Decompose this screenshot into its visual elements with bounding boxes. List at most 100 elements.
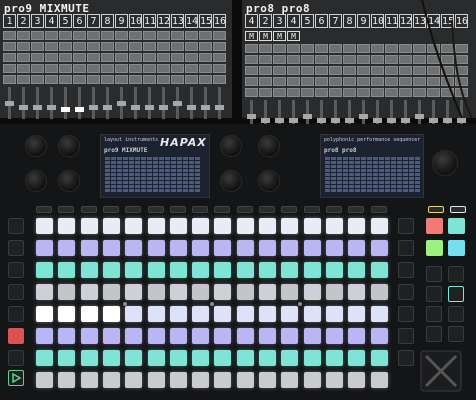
pad-button[interactable] xyxy=(192,328,210,344)
pad-button[interactable] xyxy=(192,240,210,256)
pad-button[interactable] xyxy=(214,350,232,366)
pad-button[interactable] xyxy=(169,262,187,278)
step-button[interactable] xyxy=(370,206,387,213)
pad-button[interactable] xyxy=(169,284,187,300)
pad-button[interactable] xyxy=(370,372,388,388)
right-grid-button[interactable] xyxy=(448,306,464,322)
pad-button[interactable] xyxy=(370,284,388,300)
left-function-button[interactable] xyxy=(8,350,24,366)
step-button[interactable] xyxy=(348,206,365,213)
pad-button[interactable] xyxy=(281,306,299,322)
pad-button[interactable] xyxy=(80,306,98,322)
pad-button[interactable] xyxy=(125,284,143,300)
pad-button[interactable] xyxy=(192,350,210,366)
encoder-knob[interactable] xyxy=(25,170,47,192)
encoder-knob[interactable] xyxy=(258,135,280,157)
pad-button[interactable] xyxy=(259,240,276,256)
pad-button[interactable] xyxy=(236,306,254,322)
pad-button[interactable] xyxy=(125,218,143,234)
right-grid-button[interactable] xyxy=(448,286,464,302)
right-function-button[interactable] xyxy=(398,240,414,256)
pad-button[interactable] xyxy=(125,306,143,322)
right-grid-button[interactable] xyxy=(448,326,464,342)
pad-button[interactable] xyxy=(169,240,187,256)
pad-button[interactable] xyxy=(102,262,120,278)
pad-button[interactable] xyxy=(58,262,76,278)
pad-button[interactable] xyxy=(169,372,187,388)
step-button[interactable] xyxy=(325,206,342,213)
pad-button[interactable] xyxy=(80,350,98,366)
main-encoder-knob[interactable] xyxy=(432,150,458,176)
right-function-button[interactable] xyxy=(398,284,414,300)
right-function-button[interactable] xyxy=(398,262,414,278)
step-button[interactable] xyxy=(80,206,97,213)
mode-button[interactable] xyxy=(450,206,466,213)
pad-button[interactable] xyxy=(325,218,343,234)
pad-button[interactable] xyxy=(303,350,321,366)
right-grid-button[interactable] xyxy=(426,286,442,302)
pad-button[interactable] xyxy=(147,306,165,322)
pad-button[interactable] xyxy=(36,328,53,344)
record-button[interactable] xyxy=(8,328,24,344)
pad-button[interactable] xyxy=(370,350,388,366)
pad-button[interactable] xyxy=(36,240,53,256)
encoder-knob[interactable] xyxy=(25,135,47,157)
pad-button[interactable] xyxy=(102,240,120,256)
pad-button[interactable] xyxy=(259,372,276,388)
pad-button[interactable] xyxy=(259,284,276,300)
encoder-knob[interactable] xyxy=(258,170,280,192)
left-function-button[interactable] xyxy=(8,306,24,322)
pad-button[interactable] xyxy=(192,306,210,322)
pad-button[interactable] xyxy=(236,328,254,344)
pad-button[interactable] xyxy=(102,218,120,234)
pad-button[interactable] xyxy=(58,328,76,344)
step-button[interactable] xyxy=(214,206,231,213)
encoder-knob[interactable] xyxy=(220,135,242,157)
pad-button[interactable] xyxy=(259,306,276,322)
color-pad[interactable] xyxy=(448,218,465,234)
pad-button[interactable] xyxy=(281,218,299,234)
pad-button[interactable] xyxy=(259,262,276,278)
pad-button[interactable] xyxy=(370,240,388,256)
pad-button[interactable] xyxy=(325,306,343,322)
pad-button[interactable] xyxy=(370,218,388,234)
step-button[interactable] xyxy=(125,206,142,213)
pad-button[interactable] xyxy=(58,218,76,234)
color-pad[interactable] xyxy=(426,240,443,256)
pad-button[interactable] xyxy=(303,328,321,344)
pad-button[interactable] xyxy=(80,328,98,344)
pad-button[interactable] xyxy=(58,284,76,300)
pad-button[interactable] xyxy=(125,240,143,256)
right-function-button[interactable] xyxy=(398,350,414,366)
pad-button[interactable] xyxy=(348,350,366,366)
pad-button[interactable] xyxy=(58,240,76,256)
pad-button[interactable] xyxy=(281,240,299,256)
pad-button[interactable] xyxy=(102,328,120,344)
step-button[interactable] xyxy=(58,206,75,213)
pad-button[interactable] xyxy=(236,262,254,278)
pad-button[interactable] xyxy=(236,284,254,300)
pad-button[interactable] xyxy=(147,240,165,256)
pad-button[interactable] xyxy=(36,262,53,278)
right-function-button[interactable] xyxy=(398,218,414,234)
step-button[interactable] xyxy=(36,206,52,213)
encoder-knob[interactable] xyxy=(58,135,80,157)
right-grid-button[interactable] xyxy=(448,266,464,282)
pad-button[interactable] xyxy=(58,306,76,322)
pad-button[interactable] xyxy=(80,284,98,300)
right-function-button[interactable] xyxy=(398,328,414,344)
pad-button[interactable] xyxy=(58,350,76,366)
pad-button[interactable] xyxy=(325,262,343,278)
pad-button[interactable] xyxy=(102,372,120,388)
pad-button[interactable] xyxy=(325,372,343,388)
pad-button[interactable] xyxy=(102,306,120,322)
pad-button[interactable] xyxy=(147,372,165,388)
pad-button[interactable] xyxy=(303,262,321,278)
pad-button[interactable] xyxy=(36,372,53,388)
pad-button[interactable] xyxy=(147,350,165,366)
pad-button[interactable] xyxy=(281,284,299,300)
right-grid-button[interactable] xyxy=(426,306,442,322)
right-grid-button[interactable] xyxy=(426,266,442,282)
pad-button[interactable] xyxy=(303,218,321,234)
pad-button[interactable] xyxy=(259,350,276,366)
